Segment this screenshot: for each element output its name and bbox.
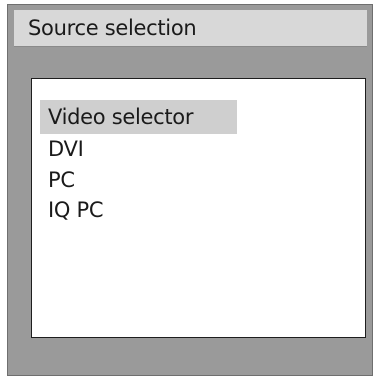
list-item-pc[interactable]: PC: [40, 163, 75, 197]
list-item-video-selector[interactable]: Video selector: [40, 100, 237, 134]
source-selection-panel: Source selection Video selector DVI PC I…: [7, 4, 373, 376]
panel-title: Source selection: [28, 16, 197, 40]
list-item-iq-pc[interactable]: IQ PC: [40, 193, 104, 227]
source-list: Video selector DVI PC IQ PC: [31, 78, 366, 338]
list-item-dvi[interactable]: DVI: [40, 132, 84, 166]
title-bar: Source selection: [14, 10, 367, 47]
